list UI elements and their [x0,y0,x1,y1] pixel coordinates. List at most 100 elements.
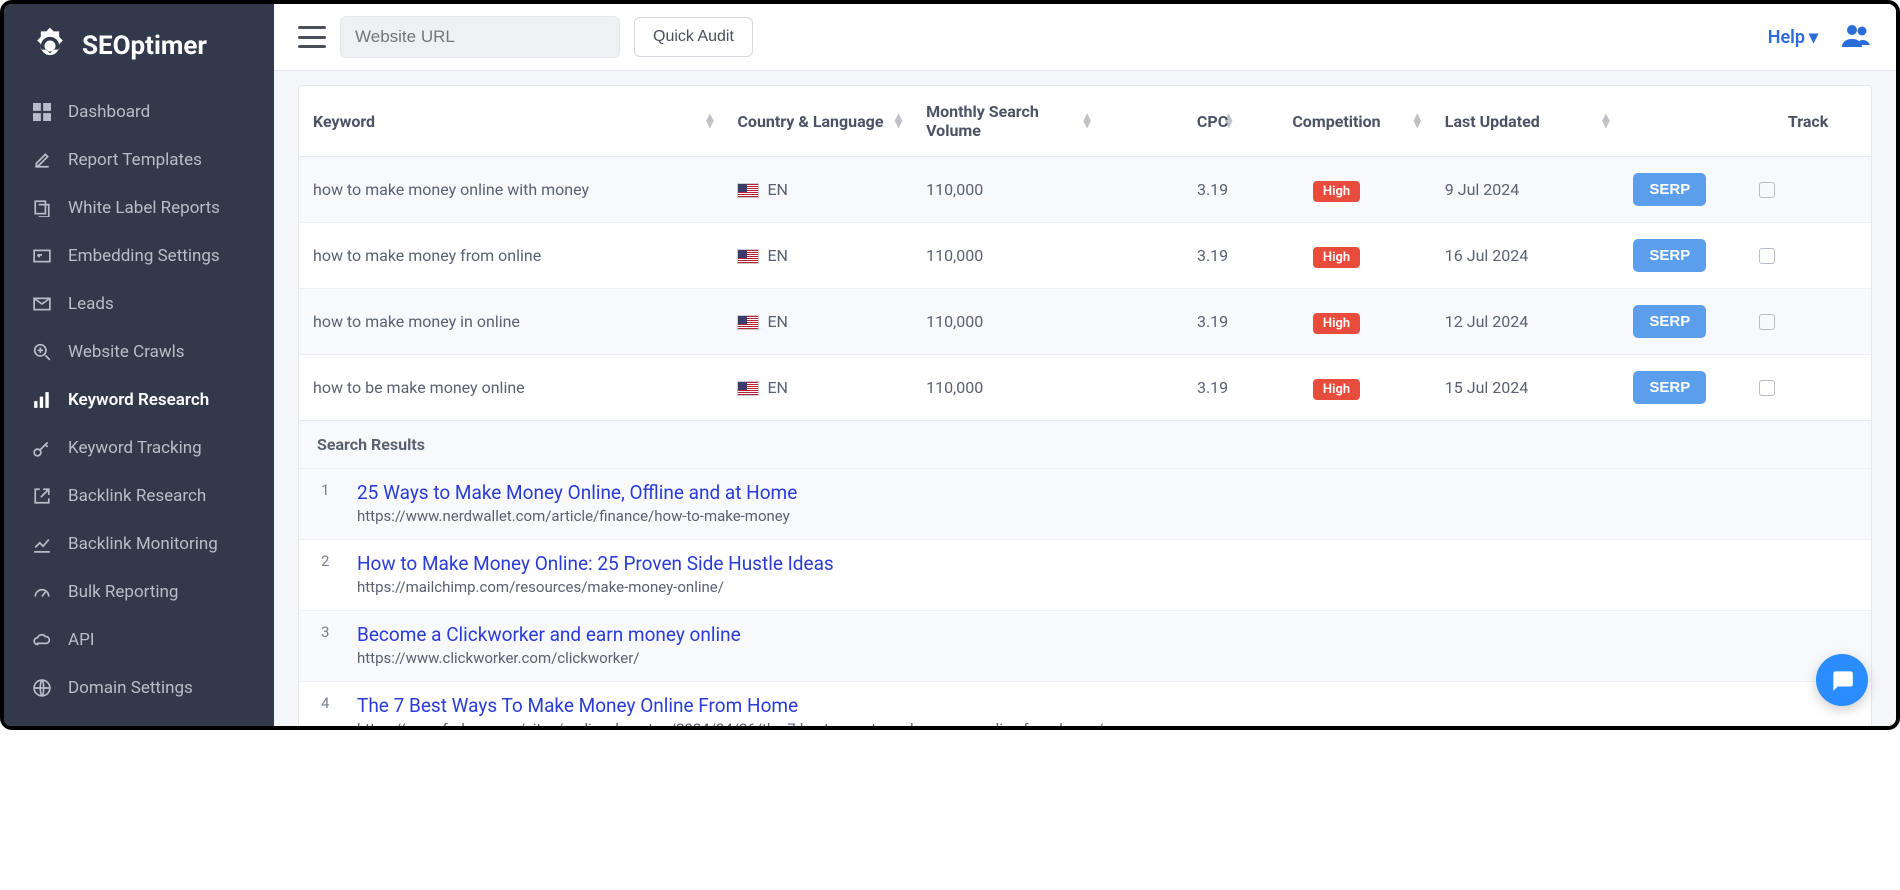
cloud-icon [32,630,52,650]
sort-icon: ▴▾ [706,114,713,128]
col-track: Track [1745,86,1871,157]
serp-button[interactable]: SERP [1633,239,1706,272]
cell-updated: 15 Jul 2024 [1431,355,1620,421]
nav-label: API [68,630,94,650]
sidebar: SEOptimer Dashboard Report Templates Whi… [4,4,274,726]
sidebar-item-keyword-tracking[interactable]: Keyword Tracking [4,424,274,472]
cell-updated: 9 Jul 2024 [1431,157,1620,223]
cell-country: EN [723,289,912,355]
menu-toggle[interactable] [298,26,326,48]
bar-chart-icon [32,390,52,410]
main-content: Quick Audit Help▾ Keyword▴▾ Country & La… [274,4,1896,726]
cell-keyword: how to make money from online [299,223,723,289]
cell-volume: 110,000 [912,355,1101,421]
gauge-icon [32,582,52,602]
serp-button[interactable]: SERP [1633,305,1706,338]
cell-updated: 12 Jul 2024 [1431,289,1620,355]
cell-volume: 110,000 [912,289,1101,355]
brand-name: SEOptimer [82,31,207,61]
help-dropdown[interactable]: Help▾ [1768,27,1818,48]
col-volume[interactable]: Monthly Search Volume▴▾ [912,86,1101,157]
cell-track [1745,355,1871,421]
edit-icon [32,150,52,170]
cell-country: EN [723,355,912,421]
sidebar-item-crawls[interactable]: Website Crawls [4,328,274,376]
sidebar-item-report-templates[interactable]: Report Templates [4,136,274,184]
search-result-item: 3 Become a Clickworker and earn money on… [299,610,1871,681]
col-updated[interactable]: Last Updated▴▾ [1431,86,1620,157]
table-row: how to make money from online EN 110,000… [299,223,1871,289]
sidebar-item-api[interactable]: API [4,616,274,664]
result-number: 1 [321,481,337,525]
search-result-item: 4 The 7 Best Ways To Make Money Online F… [299,681,1871,726]
col-keyword[interactable]: Keyword▴▾ [299,86,723,157]
search-results: Search Results 1 25 Ways to Make Money O… [299,420,1871,726]
cell-serp: SERP [1619,355,1745,421]
flag-us-icon [737,183,759,198]
nav-label: Keyword Research [68,390,209,410]
cell-competition: High [1242,157,1431,223]
sidebar-item-leads[interactable]: Leads [4,280,274,328]
cell-competition: High [1242,355,1431,421]
keyword-table: Keyword▴▾ Country & Language▴▾ Monthly S… [298,85,1872,726]
external-link-icon [32,486,52,506]
result-number: 4 [321,694,337,726]
cell-track [1745,157,1871,223]
nav-label: Backlink Monitoring [68,534,218,554]
nav-label: White Label Reports [68,198,220,218]
result-title[interactable]: How to Make Money Online: 25 Proven Side… [357,552,1849,575]
sidebar-item-keyword-research[interactable]: Keyword Research [4,376,274,424]
logo[interactable]: SEOptimer [4,4,274,88]
chat-widget[interactable] [1816,654,1868,706]
result-title[interactable]: Become a Clickworker and earn money onli… [357,623,1849,646]
caret-down-icon: ▾ [1809,27,1818,48]
sidebar-item-backlink-research[interactable]: Backlink Research [4,472,274,520]
sidebar-item-embedding[interactable]: Embedding Settings [4,232,274,280]
competition-badge: High [1313,247,1360,268]
col-country[interactable]: Country & Language▴▾ [723,86,912,157]
sidebar-item-white-label[interactable]: White Label Reports [4,184,274,232]
cell-track [1745,223,1871,289]
track-checkbox[interactable] [1759,380,1775,396]
sidebar-item-dashboard[interactable]: Dashboard [4,88,274,136]
track-checkbox[interactable] [1759,314,1775,330]
copy-icon [32,198,52,218]
track-checkbox[interactable] [1759,248,1775,264]
result-title[interactable]: 25 Ways to Make Money Online, Offline an… [357,481,1849,504]
serp-button[interactable]: SERP [1633,371,1706,404]
result-url: https://www.nerdwallet.com/article/finan… [357,507,1849,525]
cell-cpc: 3.19 [1101,355,1242,421]
sidebar-item-backlink-monitoring[interactable]: Backlink Monitoring [4,520,274,568]
col-cpc[interactable]: CPC▴▾ [1101,86,1242,157]
sidebar-item-bulk-reporting[interactable]: Bulk Reporting [4,568,274,616]
nav-label: Embedding Settings [68,246,220,266]
result-url: https://www.clickworker.com/clickworker/ [357,649,1849,667]
cell-country: EN [723,157,912,223]
table-row: how to make money in online EN 110,000 3… [299,289,1871,355]
cell-keyword: how to make money online with money [299,157,723,223]
url-input[interactable] [340,16,620,58]
cell-volume: 110,000 [912,223,1101,289]
sort-icon: ▴▾ [1602,114,1609,128]
cell-track [1745,289,1871,355]
cell-competition: High [1242,223,1431,289]
result-title[interactable]: The 7 Best Ways To Make Money Online Fro… [357,694,1849,717]
chat-icon [1829,667,1855,693]
col-serp [1619,86,1745,157]
key-icon [32,438,52,458]
track-checkbox[interactable] [1759,182,1775,198]
sidebar-item-domain-settings[interactable]: Domain Settings [4,664,274,712]
embed-icon [32,246,52,266]
cell-keyword: how to be make money online [299,355,723,421]
nav-label: Keyword Tracking [68,438,202,458]
nav-label: Leads [68,294,114,314]
topbar: Quick Audit Help▾ [274,4,1896,71]
quick-audit-button[interactable]: Quick Audit [634,17,753,57]
nav-label: Domain Settings [68,678,193,698]
gear-icon [28,24,72,68]
col-competition[interactable]: Competition▴▾ [1242,86,1431,157]
result-number: 2 [321,552,337,596]
users-icon[interactable] [1842,23,1872,51]
serp-button[interactable]: SERP [1633,173,1706,206]
cell-volume: 110,000 [912,157,1101,223]
